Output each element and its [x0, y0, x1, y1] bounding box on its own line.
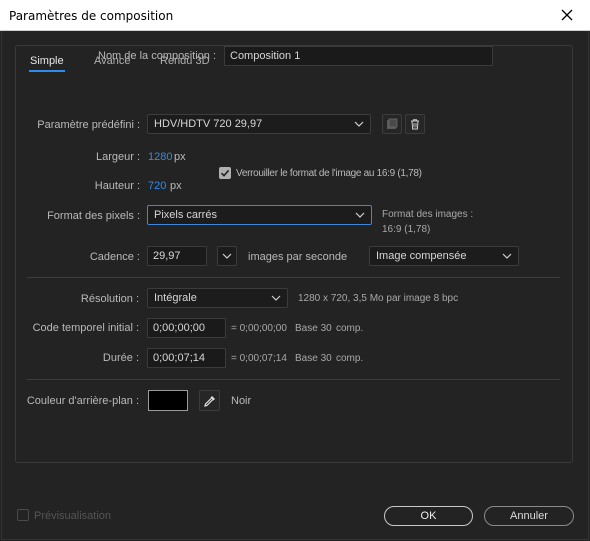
start-timecode-label: Code temporel initial :	[32, 322, 139, 334]
eyedropper-button[interactable]	[199, 390, 220, 411]
lock-ratio-checkbox[interactable]	[219, 167, 231, 179]
chevron-down-icon	[271, 295, 281, 301]
resolution-info: 1280 x 720, 3,5 Mo par image 8 bpc	[298, 293, 459, 304]
frame-aspect-value: 16:9 (1,78)	[382, 224, 431, 235]
close-button[interactable]	[544, 0, 590, 31]
preset-label: Paramètre prédéfini :	[37, 119, 140, 131]
save-preset-icon	[387, 118, 398, 129]
start-timecode-equals: = 0;00;00;00	[231, 323, 287, 334]
pixel-aspect-value: Pixels carrés	[154, 209, 217, 221]
save-preset-button[interactable]	[382, 114, 402, 134]
preset-dropdown[interactable]: HDV/HDTV 720 29,97	[147, 114, 371, 134]
separator	[27, 277, 560, 278]
frame-rate-input[interactable]: 29,97	[147, 246, 207, 266]
background-color-label: Couleur d'arrière-plan :	[26, 395, 139, 407]
resolution-label: Résolution :	[80, 293, 139, 305]
chevron-down-icon	[355, 212, 365, 218]
duration-comp: comp.	[336, 353, 364, 364]
ok-button[interactable]: OK	[384, 506, 473, 526]
frame-rate-dropdown-button[interactable]	[217, 246, 237, 266]
trash-icon	[411, 119, 419, 130]
tab-advanced[interactable]: Avancé	[94, 55, 131, 67]
duration-equals: = 0;00;07;14	[231, 353, 287, 364]
tab-3d-renderer[interactable]: Rendu 3D	[160, 55, 210, 67]
title-bar: Paramètres de composition	[0, 0, 590, 31]
height-unit: px	[170, 180, 182, 192]
close-icon	[561, 9, 573, 21]
width-value[interactable]: 1280	[148, 151, 172, 163]
height-value[interactable]: 720	[148, 180, 166, 192]
preview-checkbox[interactable]	[17, 509, 29, 521]
eyedropper-icon	[204, 396, 215, 407]
frame-rate-label: Cadence :	[89, 251, 140, 263]
start-timecode-input[interactable]: 0;00;00;00	[147, 318, 226, 338]
checkmark-icon	[220, 169, 230, 177]
duration-input[interactable]: 0;00;07;14	[147, 348, 226, 368]
frame-rate-mode-value: Image compensée	[376, 250, 467, 262]
duration-base: Base 30	[295, 353, 332, 364]
tab-simple[interactable]: Simple	[30, 55, 64, 67]
start-timecode-base: Base 30	[295, 323, 332, 334]
preset-value: HDV/HDTV 720 29,97	[154, 118, 263, 130]
pixel-aspect-label: Format des pixels :	[47, 210, 140, 222]
separator	[27, 379, 560, 380]
background-color-swatch[interactable]	[148, 390, 188, 411]
frame-rate-mode-dropdown[interactable]: Image compensée	[369, 246, 519, 266]
cancel-button[interactable]: Annuler	[484, 506, 574, 526]
chevron-down-icon	[354, 121, 364, 127]
active-tab-indicator	[29, 70, 65, 72]
window-title: Paramètres de composition	[9, 9, 174, 23]
resolution-dropdown[interactable]: Intégrale	[147, 288, 288, 308]
width-unit: px	[174, 151, 186, 163]
height-label: Hauteur :	[94, 180, 140, 192]
frame-aspect-label: Format des images :	[382, 209, 474, 220]
lock-ratio-label: Verrouiller le format de l'image au 16:9…	[236, 168, 422, 179]
chevron-down-icon	[222, 253, 232, 259]
frame-rate-unit: images par seconde	[248, 251, 348, 263]
delete-preset-button[interactable]	[405, 114, 425, 134]
start-timecode-comp: comp.	[336, 323, 364, 334]
duration-label: Durée :	[102, 352, 139, 364]
width-label: Largeur :	[95, 151, 140, 163]
pixel-aspect-dropdown[interactable]: Pixels carrés	[147, 205, 372, 225]
chevron-down-icon	[502, 253, 512, 259]
resolution-value: Intégrale	[154, 292, 197, 304]
background-color-name: Noir	[231, 395, 252, 407]
preview-label: Prévisualisation	[34, 510, 112, 522]
